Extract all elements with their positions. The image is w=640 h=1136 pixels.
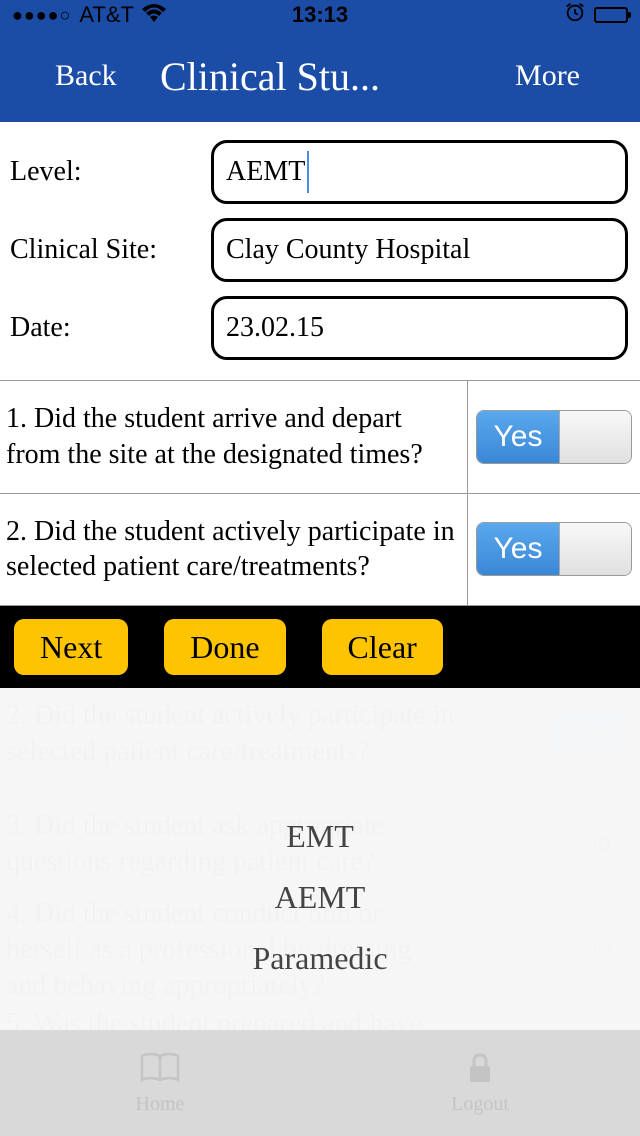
yes-no-toggle[interactable]: Yes xyxy=(476,410,632,464)
wifi-icon xyxy=(142,2,166,28)
question-row: 2. Did the student actively participate … xyxy=(0,494,640,607)
tab-home[interactable]: Home xyxy=(0,1030,320,1136)
clear-button[interactable]: Clear xyxy=(322,619,443,675)
level-input[interactable]: AEMT xyxy=(211,140,628,204)
battery-icon xyxy=(594,7,628,23)
yes-no-toggle[interactable]: Yes xyxy=(476,522,632,576)
tab-label: Home xyxy=(136,1093,185,1116)
question-text: 2. Did the student actively participate … xyxy=(0,494,468,606)
more-button[interactable]: More xyxy=(515,59,580,93)
picker-option[interactable]: AEMT xyxy=(275,879,366,916)
alarm-icon xyxy=(564,1,586,29)
done-button[interactable]: Done xyxy=(164,619,285,675)
question-row: 1. Did the student arrive and depart fro… xyxy=(0,381,640,494)
picker-option[interactable]: Paramedic xyxy=(252,940,387,977)
back-button[interactable]: Back xyxy=(55,59,117,93)
clinical-site-input[interactable]: Clay County Hospital xyxy=(211,218,628,282)
next-button[interactable]: Next xyxy=(14,619,128,675)
carrier-label: AT&T xyxy=(79,2,134,28)
date-label: Date: xyxy=(6,312,211,344)
form-section: Level: AEMT Clinical Site: Clay County H… xyxy=(0,122,640,360)
tab-label: Logout xyxy=(451,1093,509,1116)
date-input[interactable]: 23.02.15 xyxy=(211,296,628,360)
picker-option[interactable]: EMT xyxy=(286,818,354,855)
page-title: Clinical Stu... xyxy=(160,53,380,100)
question-list: 1. Did the student arrive and depart fro… xyxy=(0,380,640,606)
picker-action-bar: Next Done Clear xyxy=(0,606,640,688)
clock-time: 13:13 xyxy=(292,2,348,28)
clinical-site-label: Clinical Site: xyxy=(6,234,211,266)
tab-logout[interactable]: Logout xyxy=(320,1030,640,1136)
nav-bar: Back Clinical Stu... More xyxy=(0,30,640,122)
question-text: 1. Did the student arrive and depart fro… xyxy=(0,381,468,493)
tab-bar: Home Logout xyxy=(0,1030,640,1136)
level-label: Level: xyxy=(6,156,211,188)
status-bar: ●●●●○ AT&T 13:13 xyxy=(0,0,640,30)
lock-icon xyxy=(458,1050,502,1091)
book-icon xyxy=(138,1050,182,1091)
signal-dots-icon: ●●●●○ xyxy=(12,5,71,26)
